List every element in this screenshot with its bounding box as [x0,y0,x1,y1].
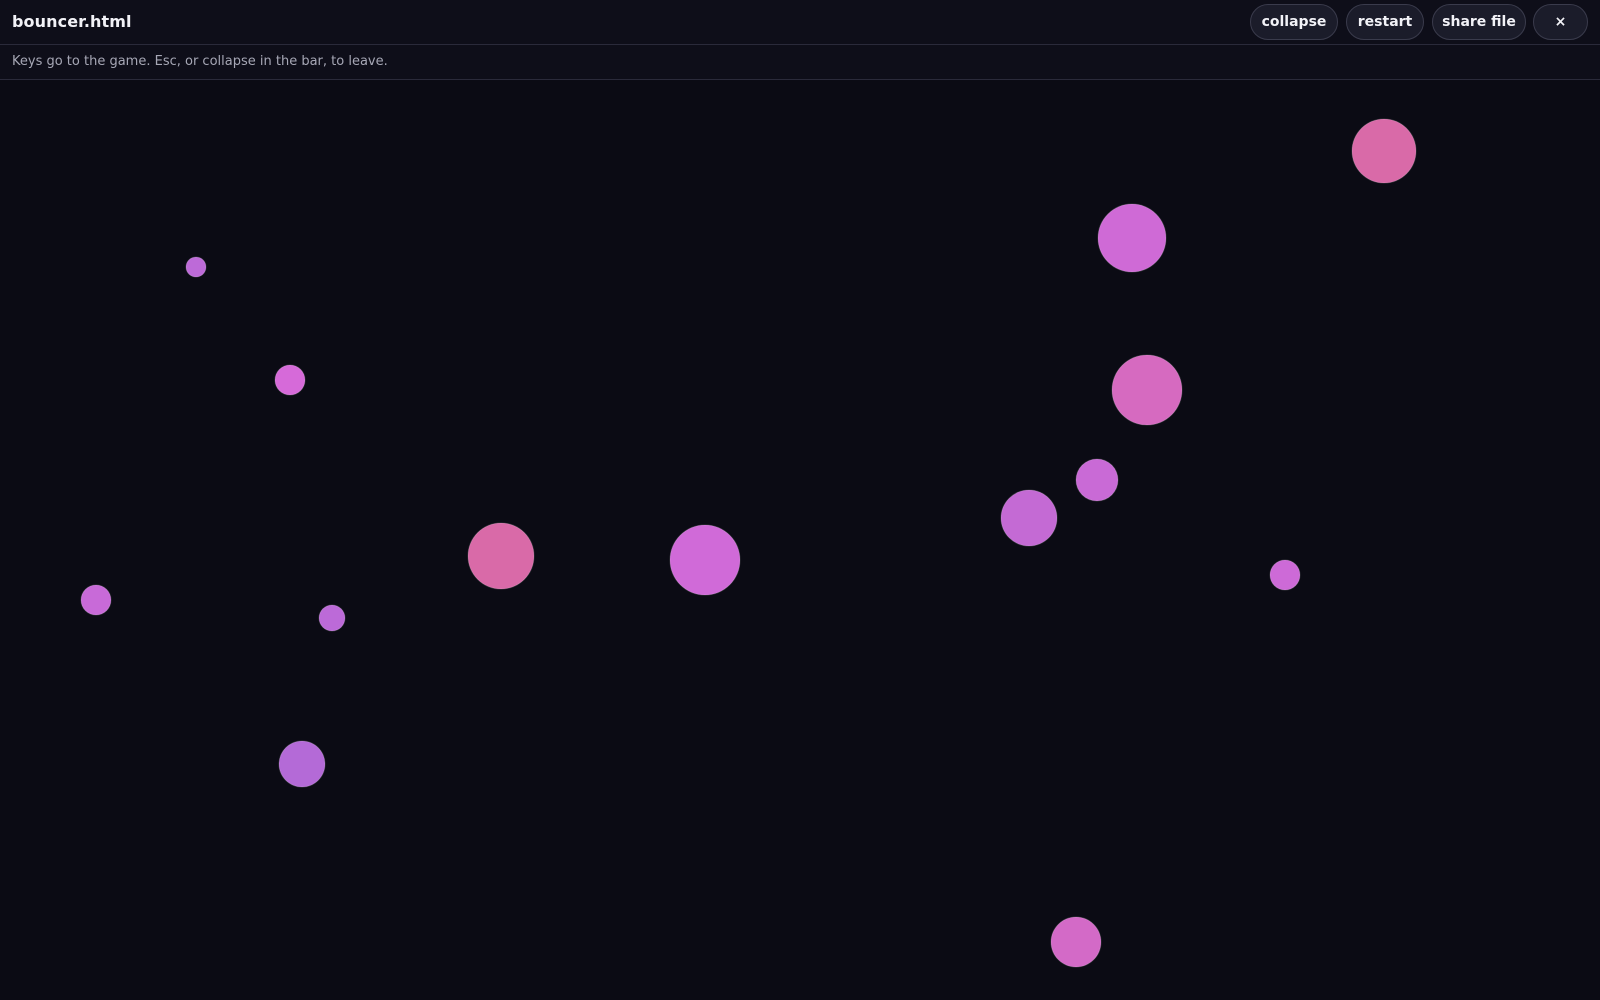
ball [1000,489,1058,547]
ball [185,256,207,278]
ball [1351,118,1417,184]
ball [669,524,741,596]
ball [274,364,306,396]
ball [467,522,535,590]
ball [1111,354,1183,426]
close-button[interactable]: × [1533,4,1588,40]
top-bar: bouncer.html collapse restart share file… [0,0,1600,45]
hint-text: Keys go to the game. Esc, or collapse in… [12,54,388,69]
game-surface[interactable] [0,80,1600,1000]
ball [318,604,346,632]
game-canvas[interactable] [0,80,1600,1000]
ball [1075,458,1119,502]
ball [1269,559,1301,591]
hint-bar: Keys go to the game. Esc, or collapse in… [0,45,1600,80]
share-file-button[interactable]: share file [1432,4,1526,40]
ball [80,584,112,616]
window-title: bouncer.html [12,12,132,31]
ball [1050,916,1102,968]
restart-button[interactable]: restart [1346,4,1424,40]
ball [1097,203,1167,273]
ball [278,740,326,788]
collapse-button[interactable]: collapse [1250,4,1338,40]
